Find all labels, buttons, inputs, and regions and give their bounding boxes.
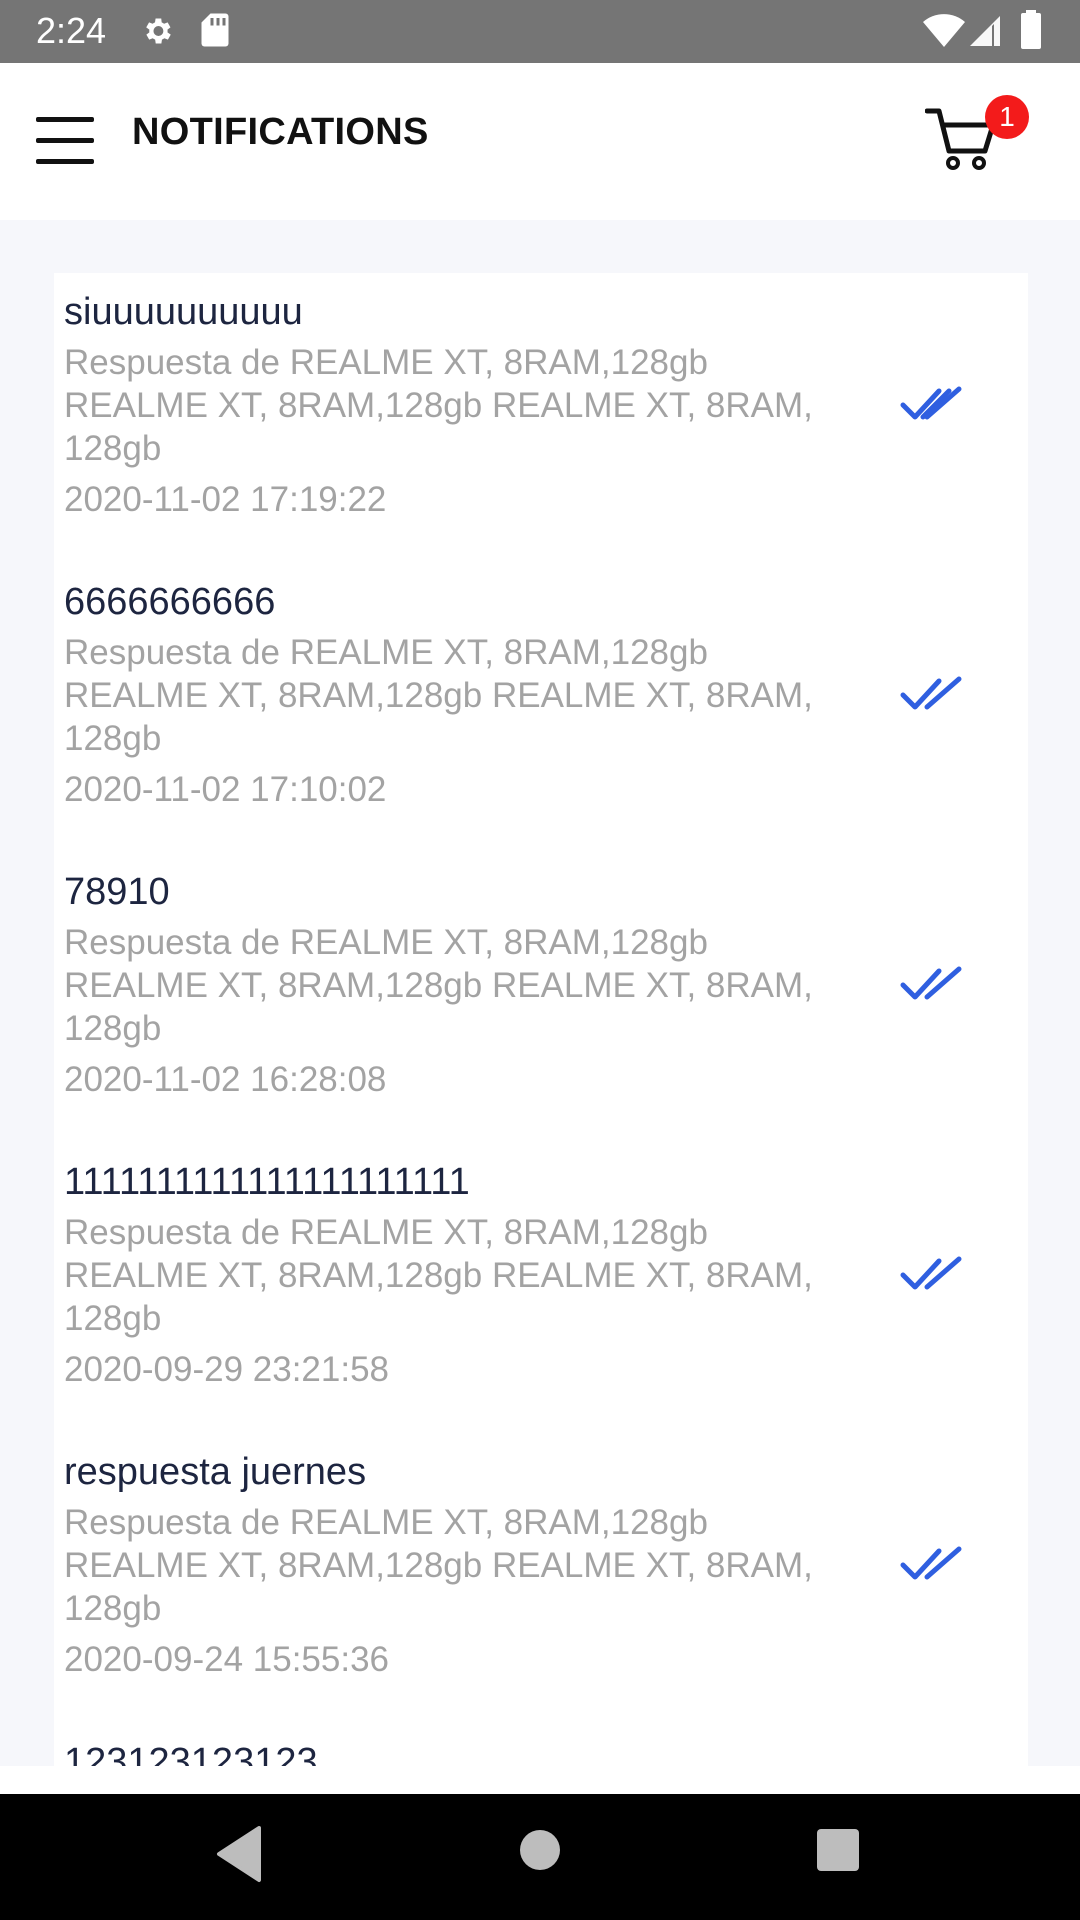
app-bar: NOTIFICATIONS 1 — [0, 63, 1080, 220]
notification-title: 78910 — [64, 871, 170, 913]
menu-button[interactable] — [26, 101, 104, 179]
double-check-icon — [900, 386, 962, 420]
notification-body: Respuesta de REALME XT, 8RAM,128gb REALM… — [64, 343, 813, 468]
notification-title: siuuuuuuuuuu — [64, 291, 303, 333]
notification-body: Respuesta de REALME XT, 8RAM,128gb REALM… — [64, 1503, 813, 1628]
notification-date: 2020-09-24 15:55:36 — [64, 1640, 389, 1679]
gear-icon — [146, 18, 171, 44]
status-time: 2:24 — [36, 10, 107, 51]
status-bar: 2:24 — [0, 0, 1080, 63]
wifi-icon — [923, 14, 965, 47]
notification-date: 2020-11-02 17:10:02 — [64, 770, 387, 809]
notification-item[interactable]: 1111111111111111111111 Respuesta de REAL… — [54, 1143, 1028, 1433]
battery-icon — [1021, 10, 1041, 49]
notification-item[interactable]: siuuuuuuuuuu Respuesta de REALME XT, 8RA… — [54, 273, 1028, 563]
sd-card-icon — [201, 13, 229, 47]
recent-apps-icon[interactable] — [817, 1829, 859, 1871]
notification-body: Respuesta de REALME XT, 8RAM,128gb REALM… — [64, 633, 813, 758]
notification-title: 6666666666 — [64, 581, 276, 623]
list-bottom-spacer — [0, 1766, 1080, 1794]
notification-date: 2020-11-02 16:28:08 — [64, 1060, 387, 1099]
notification-date: 2020-11-02 17:19:22 — [64, 480, 387, 519]
double-check-icon — [900, 966, 962, 1000]
system-navigation-bar — [0, 1794, 1080, 1920]
notification-item[interactable]: respuesta juernes Respuesta de REALME XT… — [54, 1433, 1028, 1723]
home-icon[interactable] — [520, 1830, 560, 1870]
notification-title: 123123123123 — [64, 1741, 318, 1766]
notification-list: siuuuuuuuuuu Respuesta de REALME XT, 8RA… — [54, 273, 1028, 1766]
cart-count-badge: 1 — [985, 95, 1029, 139]
notification-item[interactable]: 123123123123 — [54, 1723, 1028, 1766]
double-check-icon — [900, 676, 962, 710]
page-title: NOTIFICATIONS — [132, 111, 429, 153]
signal-icon — [970, 16, 1000, 46]
notification-item[interactable]: 6666666666 Respuesta de REALME XT, 8RAM,… — [54, 563, 1028, 853]
notification-title: 1111111111111111111111 — [64, 1161, 470, 1203]
notification-item[interactable]: 78910 Respuesta de REALME XT, 8RAM,128gb… — [54, 853, 1028, 1143]
double-check-icon — [900, 1546, 962, 1580]
notification-date: 2020-09-29 23:21:58 — [64, 1350, 389, 1389]
double-check-icon — [900, 1256, 962, 1290]
cart-button[interactable]: 1 — [915, 93, 1035, 203]
notification-body: Respuesta de REALME XT, 8RAM,128gb REALM… — [64, 923, 813, 1048]
back-icon[interactable] — [213, 1824, 263, 1884]
notification-title: respuesta juernes — [64, 1451, 367, 1493]
notification-body: Respuesta de REALME XT, 8RAM,128gb REALM… — [64, 1213, 813, 1338]
